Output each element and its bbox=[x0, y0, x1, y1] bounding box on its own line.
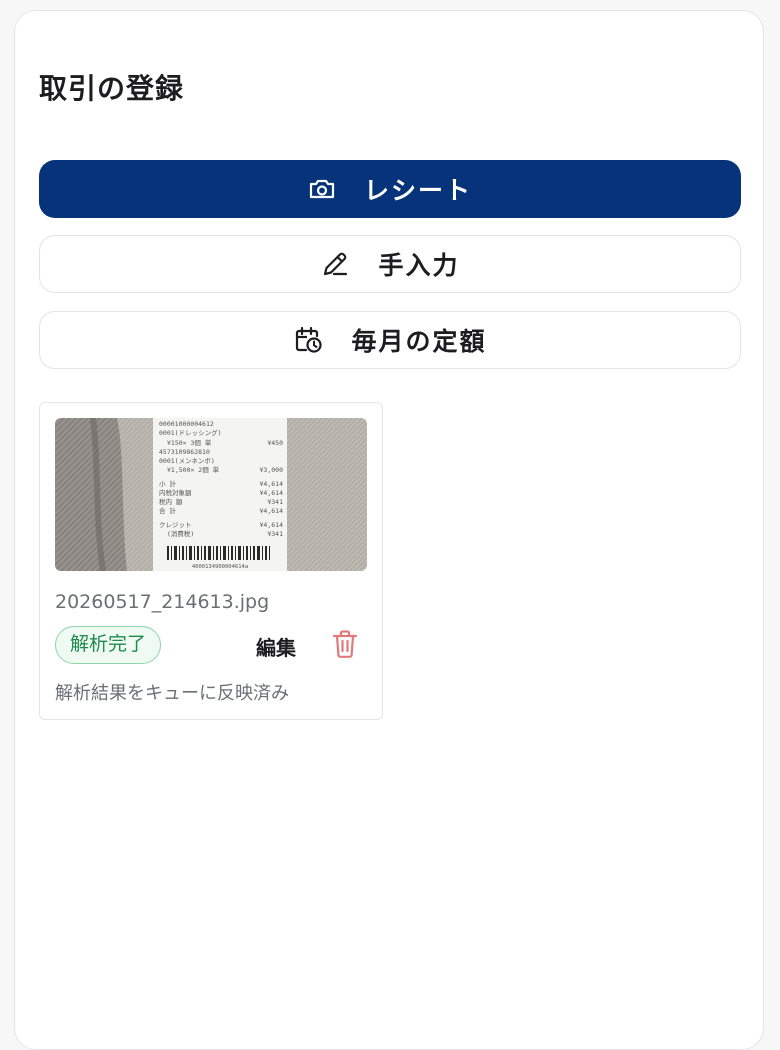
manual-entry-button-label: 手入力 bbox=[378, 251, 460, 280]
status-note: 解析結果をキューに反映済み bbox=[55, 683, 289, 704]
pencil-icon bbox=[324, 252, 348, 276]
upload-card: 00001000004612 0001(ドレッシング) ¥150× 3個 単 4… bbox=[39, 402, 383, 720]
receipt-amount: ¥4,614 bbox=[260, 489, 284, 497]
receipt-amount: ¥4,614 bbox=[260, 521, 284, 529]
calendar-clock-icon bbox=[296, 326, 323, 353]
receipt-amount: ¥4,614 bbox=[260, 480, 284, 488]
edit-button[interactable]: 編集 bbox=[256, 632, 296, 661]
delete-button[interactable] bbox=[330, 628, 360, 660]
receipt-line: 合 計 bbox=[159, 506, 176, 515]
manual-entry-button[interactable]: 手入力 bbox=[39, 235, 741, 293]
monthly-fixed-button-label: 毎月の定額 bbox=[351, 327, 487, 356]
receipt-line: ¥150× 3個 単 bbox=[167, 438, 212, 447]
receipt-button-label: レシート bbox=[363, 176, 472, 205]
trash-icon bbox=[332, 630, 358, 658]
receipt-amount: ¥4,614 bbox=[260, 507, 284, 515]
register-transaction-panel: 取引の登録 レシート 手入力 毎月の定額 00001000004612 0001… bbox=[14, 10, 764, 1050]
camera-icon bbox=[309, 179, 335, 199]
receipt-line: (消費税) bbox=[167, 529, 194, 538]
page-title: 取引の登録 bbox=[39, 72, 185, 105]
receipt-photo: 00001000004612 0001(ドレッシング) ¥150× 3個 単 4… bbox=[55, 418, 367, 571]
receipt-amount: ¥341 bbox=[267, 498, 283, 506]
receipt-line: ¥1,500× 2個 単 bbox=[167, 465, 220, 474]
receipt-button[interactable]: レシート bbox=[39, 160, 741, 218]
receipt-line: 内税対象額 bbox=[159, 488, 192, 497]
receipt-line: クレジット bbox=[159, 521, 192, 529]
receipt-line: 0001(ドレッシング) bbox=[159, 428, 221, 437]
receipt-amount: ¥341 bbox=[267, 530, 283, 538]
receipt-amount: ¥3,000 bbox=[260, 466, 284, 474]
receipt-line: 小 計 bbox=[159, 479, 176, 488]
receipt-line: 00001000004612 bbox=[159, 420, 214, 428]
receipt-barcode-number: 4000134900004614a bbox=[192, 564, 248, 570]
receipt-line: 税内 額 bbox=[159, 497, 183, 506]
monthly-fixed-button[interactable]: 毎月の定額 bbox=[39, 311, 741, 369]
receipt-line: 4573109862810 bbox=[159, 448, 210, 456]
file-name: 20260517_214613.jpg bbox=[55, 591, 270, 613]
receipt-thumbnail[interactable]: 00001000004612 0001(ドレッシング) ¥150× 3個 単 4… bbox=[55, 418, 367, 571]
receipt-line: 0001(メンネンボ) bbox=[159, 457, 215, 465]
status-badge: 解析完了 bbox=[55, 626, 162, 664]
receipt-amount: ¥450 bbox=[267, 439, 283, 447]
